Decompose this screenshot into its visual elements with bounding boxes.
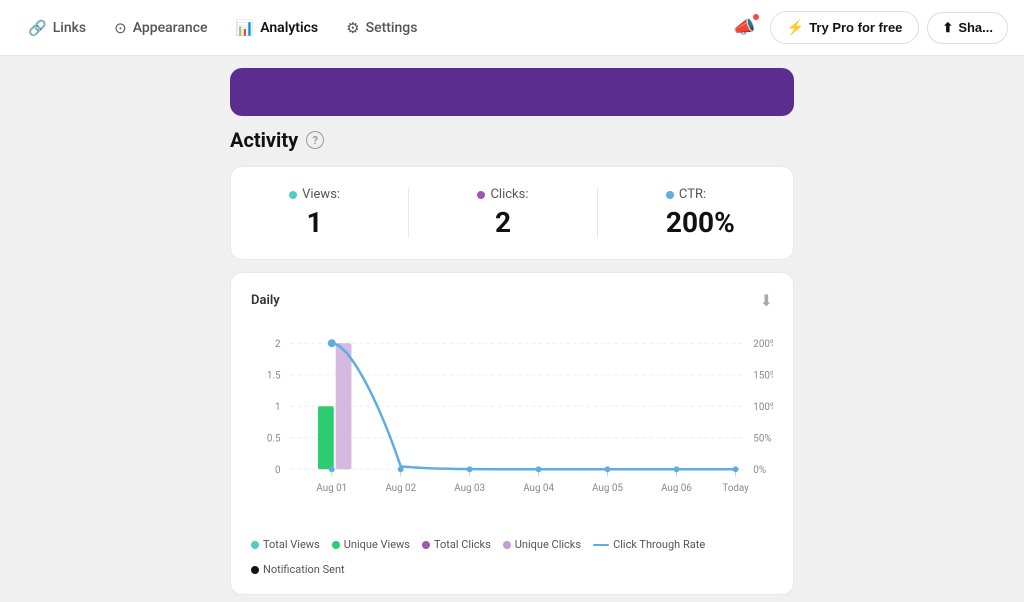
- nav-appearance[interactable]: ⊙ Appearance: [102, 11, 219, 45]
- nav-links[interactable]: 🔗 Links: [16, 11, 98, 45]
- svg-text:1: 1: [275, 402, 281, 413]
- main-content: Activity ? Views: 1 Clicks: 2 CTR: 200%: [0, 56, 1024, 602]
- ctr-dot: [666, 191, 674, 199]
- views-label: Views:: [289, 187, 340, 202]
- svg-text:150%: 150%: [753, 371, 773, 382]
- activity-title-text: Activity: [230, 128, 298, 152]
- legend-total-views: Total Views: [251, 538, 320, 551]
- share-icon: ⬆: [942, 20, 953, 36]
- chart-title: Daily: [251, 293, 280, 308]
- purple-banner: [230, 68, 794, 116]
- svg-text:50%: 50%: [753, 434, 771, 445]
- stat-divider-2: [597, 188, 598, 238]
- settings-icon: ⚙: [346, 19, 359, 37]
- legend-notification-dot: [251, 566, 259, 574]
- nav-right-actions: 📣 ⚡ Try Pro for free ⬆ Sha...: [727, 11, 1008, 44]
- legend-unique-clicks: Unique Clicks: [503, 538, 581, 551]
- nav-analytics-label: Analytics: [260, 20, 318, 36]
- svg-text:Aug 01: Aug 01: [316, 483, 347, 494]
- ctr-stat: CTR: 200%: [666, 187, 735, 239]
- nav-settings-label: Settings: [366, 20, 418, 36]
- try-pro-label: Try Pro for free: [809, 20, 902, 35]
- notification-bell-button[interactable]: 📣: [727, 11, 761, 44]
- legend-ctr: Click Through Rate: [593, 538, 705, 551]
- bolt-icon: ⚡: [787, 19, 804, 36]
- download-icon[interactable]: ⬇: [760, 291, 773, 310]
- svg-text:Aug 03: Aug 03: [454, 483, 485, 494]
- legend-notification: Notification Sent: [251, 563, 345, 576]
- legend-unique-views-dot: [332, 541, 340, 549]
- share-button[interactable]: ⬆ Sha...: [927, 12, 1008, 44]
- share-label: Sha...: [958, 20, 993, 35]
- stat-divider-1: [408, 188, 409, 238]
- activity-section-title: Activity ?: [230, 128, 794, 152]
- chart-header: Daily ⬇: [251, 291, 773, 310]
- analytics-icon: 📊: [236, 19, 255, 37]
- ctr-value: 200%: [666, 206, 735, 239]
- nav-settings[interactable]: ⚙ Settings: [334, 11, 429, 45]
- links-icon: 🔗: [28, 19, 47, 37]
- chart-card: Daily ⬇ 2 1.5 1 0.5 0 200% 150% 1: [230, 272, 794, 595]
- svg-text:2: 2: [275, 339, 281, 350]
- legend-unique-views: Unique Views: [332, 538, 410, 551]
- views-dot: [289, 191, 297, 199]
- legend-ctr-line: [593, 544, 609, 546]
- svg-text:Aug 02: Aug 02: [385, 483, 416, 494]
- notification-badge: [752, 13, 760, 21]
- legend-total-clicks: Total Clicks: [422, 538, 491, 551]
- svg-text:0.5: 0.5: [267, 434, 281, 445]
- legend-unique-clicks-dot: [503, 541, 511, 549]
- svg-text:Aug 06: Aug 06: [661, 483, 692, 494]
- svg-text:Aug 05: Aug 05: [592, 483, 623, 494]
- views-value: 1: [289, 206, 340, 239]
- svg-text:Aug 04: Aug 04: [523, 483, 554, 494]
- activity-help-icon[interactable]: ?: [306, 131, 324, 149]
- svg-text:0%: 0%: [753, 465, 766, 476]
- clicks-value: 2: [477, 206, 528, 239]
- svg-text:100%: 100%: [753, 402, 773, 413]
- chart-area: 2 1.5 1 0.5 0 200% 150% 100% 50% 0% Aug …: [251, 322, 773, 526]
- clicks-dot: [477, 191, 485, 199]
- nav-analytics[interactable]: 📊 Analytics: [224, 11, 331, 45]
- clicks-stat: Clicks: 2: [477, 187, 528, 239]
- ctr-label: CTR:: [666, 187, 735, 202]
- top-navigation: 🔗 Links ⊙ Appearance 📊 Analytics ⚙ Setti…: [0, 0, 1024, 56]
- stats-card: Views: 1 Clicks: 2 CTR: 200%: [230, 166, 794, 260]
- appearance-icon: ⊙: [114, 19, 127, 37]
- views-stat: Views: 1: [289, 187, 340, 239]
- svg-text:0: 0: [275, 465, 281, 476]
- svg-text:200%: 200%: [753, 339, 773, 350]
- svg-text:Today: Today: [722, 483, 749, 494]
- nav-links-label: Links: [53, 20, 86, 36]
- nav-appearance-label: Appearance: [133, 20, 208, 36]
- bar-line-chart: 2 1.5 1 0.5 0 200% 150% 100% 50% 0% Aug …: [251, 322, 773, 522]
- chart-legend: Total Views Unique Views Total Clicks Un…: [251, 538, 773, 576]
- clicks-label: Clicks:: [477, 187, 528, 202]
- try-pro-button[interactable]: ⚡ Try Pro for free: [770, 11, 920, 44]
- svg-text:1.5: 1.5: [267, 371, 281, 382]
- legend-total-views-dot: [251, 541, 259, 549]
- legend-total-clicks-dot: [422, 541, 430, 549]
